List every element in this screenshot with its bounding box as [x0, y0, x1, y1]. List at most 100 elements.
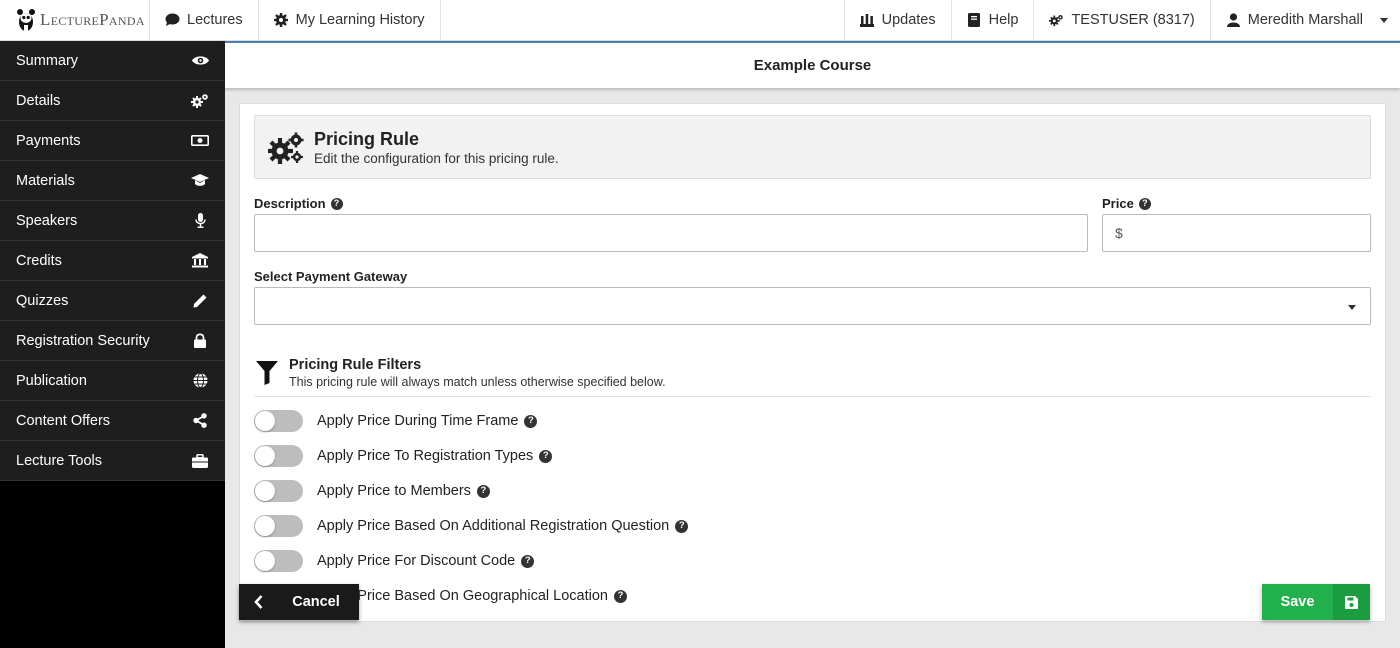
sidebar-item-label: Content Offers — [16, 412, 111, 429]
question-circle-icon[interactable]: ? — [1138, 197, 1151, 210]
question-circle-icon[interactable]: ? — [330, 197, 343, 210]
price-label-text: Price — [1102, 196, 1134, 211]
user-menu[interactable]: Meredith Marshall — [1211, 0, 1400, 40]
description-label: Description ? — [254, 196, 343, 211]
price-input[interactable]: $ — [1102, 214, 1371, 252]
sidebar-item-label: Details — [16, 92, 61, 109]
book-icon — [967, 13, 982, 28]
toggle-time-frame[interactable] — [254, 410, 303, 432]
question-circle-icon[interactable]: ? — [539, 449, 553, 463]
pricing-rule-subtitle: Edit the configuration for this pricing … — [314, 151, 559, 166]
toggle-additional-question[interactable] — [254, 515, 303, 537]
gateway-label-text: Select Payment Gateway — [254, 269, 408, 284]
nav-learning-history-label: My Learning History — [295, 12, 425, 28]
sidebar-item-label: Speakers — [16, 212, 78, 229]
question-circle-icon[interactable]: ? — [521, 554, 535, 568]
sidebar-item-details[interactable]: Details — [0, 81, 225, 121]
toggle-label: Apply Price to Members — [317, 483, 471, 499]
user-icon — [1226, 13, 1241, 28]
chevron-down-icon — [1380, 17, 1388, 23]
nav-test-user[interactable]: TESTUSER (8317) — [1034, 0, 1211, 40]
briefcase-icon — [191, 452, 209, 470]
payment-gateway-select[interactable] — [254, 287, 1371, 325]
toggle-label: Apply Price For Discount Code — [317, 553, 516, 569]
graduation-cap-icon — [191, 172, 209, 190]
lecturepanda-logo[interactable]: LECTUREPANDA — [0, 0, 150, 40]
filter-row-additional-question: Apply Price Based On Additional Registra… — [254, 515, 689, 537]
toggle-label: Apply Price To Registration Types — [317, 448, 534, 464]
sidebar: Summary Details Payments Materials Speak… — [0, 41, 225, 481]
microphone-icon — [191, 212, 209, 230]
pricing-rule-title: Pricing Rule — [314, 129, 420, 149]
nav-lectures[interactable]: Lectures — [150, 0, 259, 40]
filter-row-discount-code: Apply Price For Discount Code? — [254, 550, 535, 572]
sidebar-item-label: Payments — [16, 132, 81, 149]
question-circle-icon[interactable]: ? — [476, 484, 490, 498]
main-content: Example Course Pricing Rule Edit the con… — [225, 41, 1400, 648]
sidebar-item-publication[interactable]: Publication — [0, 361, 225, 401]
toggle-knob — [255, 551, 275, 571]
sidebar-item-label: Summary — [16, 52, 79, 69]
filter-icon — [256, 361, 278, 388]
nav-help[interactable]: Help — [952, 0, 1035, 40]
toggle-label: Apply Price Based On Geographical Locati… — [317, 588, 608, 604]
sidebar-item-label: Credits — [16, 252, 62, 269]
sidebar-item-content-offers[interactable]: Content Offers — [0, 401, 225, 441]
money-icon — [191, 132, 209, 150]
filters-title: Pricing Rule Filters — [289, 357, 422, 373]
filter-row-members: Apply Price to Members? — [254, 480, 490, 502]
floppy-disk-icon — [1333, 584, 1370, 620]
cancel-button[interactable]: Cancel — [239, 584, 359, 620]
toggle-knob — [255, 481, 275, 501]
sidebar-item-materials[interactable]: Materials — [0, 161, 225, 201]
filters-subtitle: This pricing rule will always match unle… — [289, 375, 666, 389]
toggle-knob — [255, 411, 275, 431]
nav-updates[interactable]: Updates — [845, 0, 952, 40]
gateway-label: Select Payment Gateway — [254, 269, 407, 284]
nav-spacer — [441, 0, 845, 40]
question-circle-icon[interactable]: ? — [524, 414, 538, 428]
toggle-knob — [255, 516, 275, 536]
sidebar-item-credits[interactable]: Credits — [0, 241, 225, 281]
toggle-label: Apply Price During Time Frame — [317, 413, 519, 429]
toggle-knob — [255, 446, 275, 466]
sidebar-item-registration-security[interactable]: Registration Security — [0, 321, 225, 361]
nav-test-user-label: TESTUSER (8317) — [1071, 12, 1195, 28]
sidebar-item-label: Publication — [16, 372, 87, 389]
sidebar-item-lecture-tools[interactable]: Lecture Tools — [0, 441, 225, 481]
updates-icon — [860, 13, 875, 28]
lock-icon — [191, 332, 209, 350]
sidebar-item-quizzes[interactable]: Quizzes — [0, 281, 225, 321]
gears-icon — [267, 132, 304, 167]
toggle-discount-code[interactable] — [254, 550, 303, 572]
sidebar-item-label: Quizzes — [16, 292, 69, 309]
top-navbar: LECTUREPANDA Lectures My Learning Histor… — [0, 0, 1400, 41]
logo-text: LECTUREPANDA — [40, 10, 145, 29]
gears-icon — [191, 92, 209, 110]
sidebar-item-summary[interactable]: Summary — [0, 41, 225, 81]
course-title-bar: Example Course — [225, 41, 1400, 88]
filter-row-time-frame: Apply Price During Time Frame? — [254, 410, 538, 432]
toggle-label: Apply Price Based On Additional Registra… — [317, 518, 670, 534]
filter-row-registration-types: Apply Price To Registration Types? — [254, 445, 553, 467]
toggle-members[interactable] — [254, 480, 303, 502]
price-prefix: $ — [1115, 225, 1123, 241]
save-button-label: Save — [1280, 594, 1315, 610]
description-input[interactable] — [254, 214, 1088, 252]
pricing-rule-panel: Pricing Rule Edit the configuration for … — [239, 103, 1386, 622]
sidebar-item-label: Lecture Tools — [16, 452, 102, 469]
sidebar-item-label: Registration Security — [16, 332, 150, 349]
question-circle-icon[interactable]: ? — [613, 589, 627, 603]
pricing-rule-header: Pricing Rule Edit the configuration for … — [254, 115, 1371, 179]
sidebar-item-speakers[interactable]: Speakers — [0, 201, 225, 241]
question-circle-icon[interactable]: ? — [675, 519, 689, 533]
toggle-registration-types[interactable] — [254, 445, 303, 467]
pencil-icon — [191, 292, 209, 310]
institution-icon — [191, 252, 209, 270]
eye-icon — [191, 52, 209, 70]
cancel-button-label: Cancel — [292, 594, 340, 610]
nav-learning-history[interactable]: My Learning History — [259, 0, 441, 40]
save-button[interactable]: Save — [1262, 584, 1370, 620]
chevron-down-icon — [1348, 305, 1356, 310]
sidebar-item-payments[interactable]: Payments — [0, 121, 225, 161]
